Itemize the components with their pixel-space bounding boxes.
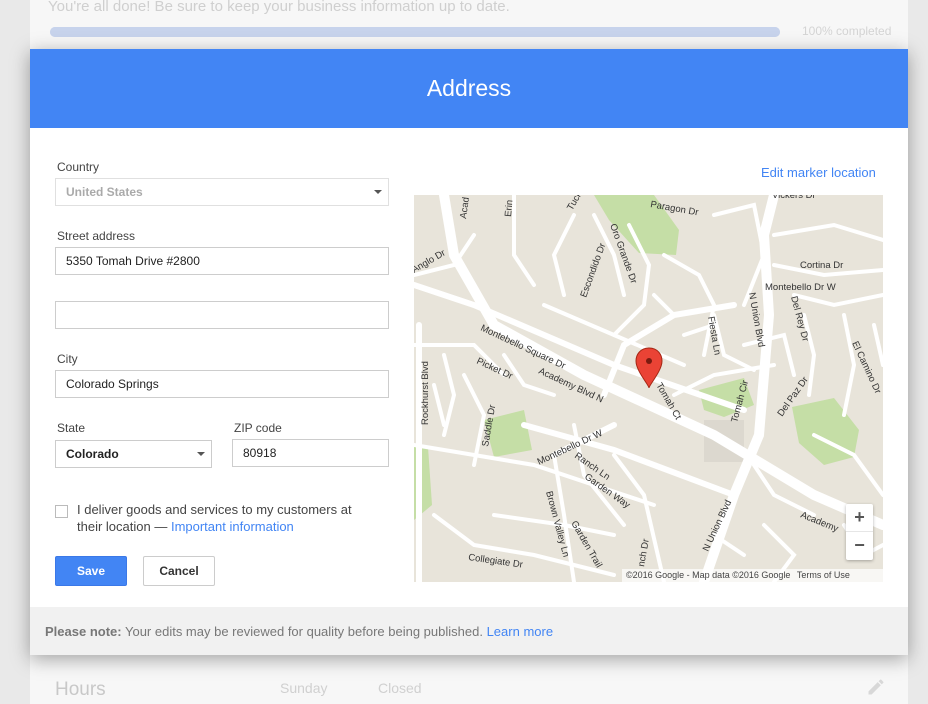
city-input[interactable]: Colorado Springs — [55, 370, 389, 398]
city-label: City — [57, 352, 78, 366]
location-map[interactable]: Montebello Square Dr Academy Blvd N Mont… — [414, 195, 883, 582]
zip-input[interactable]: 80918 — [232, 439, 389, 467]
save-button[interactable]: Save — [55, 556, 127, 586]
country-select[interactable]: United States — [55, 178, 389, 206]
map-label: Montebello Dr W — [765, 282, 836, 293]
hours-value: Closed — [378, 680, 422, 696]
cancel-button[interactable]: Cancel — [143, 556, 215, 586]
map-credit-text: ©2016 Google - Map data ©2016 Google — [626, 570, 791, 580]
note-text: Your edits may be reviewed for quality b… — [124, 624, 483, 639]
progress-fill — [50, 27, 780, 37]
pencil-icon[interactable] — [866, 677, 886, 697]
map-label: Cortina Dr — [800, 260, 843, 271]
edit-marker-location-link[interactable]: Edit marker location — [761, 165, 876, 180]
dialog-title: Address — [30, 49, 908, 128]
street-address-input[interactable]: 5350 Tomah Drive #2800 — [55, 247, 389, 275]
street-address-line2-input[interactable] — [55, 301, 389, 329]
delivery-label: I deliver goods and services to my custo… — [77, 501, 377, 535]
important-information-link[interactable]: Important information — [171, 519, 294, 534]
progress-label: 100% completed — [802, 24, 892, 38]
map-attribution: ©2016 Google - Map data ©2016 Google Ter… — [622, 569, 883, 582]
completion-message: You're all done! Be sure to keep your bu… — [48, 0, 510, 15]
map-label: Erin — [503, 199, 515, 217]
map-terms-link[interactable]: Terms of Use — [797, 570, 850, 580]
state-value: Colorado — [66, 447, 119, 461]
zoom-out-button[interactable]: − — [846, 532, 873, 559]
state-label: State — [57, 421, 86, 435]
hours-title: Hours — [55, 679, 106, 700]
country-label: Country — [57, 160, 100, 174]
map-zoom-control: + − — [846, 504, 873, 560]
chevron-down-icon — [374, 190, 382, 194]
zoom-in-button[interactable]: + — [846, 504, 873, 532]
learn-more-link[interactable]: Learn more — [487, 624, 553, 639]
delivery-checkbox[interactable] — [55, 505, 68, 518]
map-label: Vickers Dr — [772, 195, 816, 201]
chevron-down-icon — [197, 452, 205, 456]
hours-day: Sunday — [280, 680, 328, 696]
zip-label: ZIP code — [234, 421, 282, 435]
map-canvas: Montebello Square Dr Academy Blvd N Mont… — [414, 195, 883, 582]
country-value: United States — [66, 185, 143, 199]
street-label: Street address — [57, 229, 136, 243]
quality-note: Please note: Your edits may be reviewed … — [45, 624, 553, 639]
map-label: Rockhurst Blvd — [420, 361, 431, 425]
state-select[interactable]: Colorado — [55, 440, 212, 468]
note-bold: Please note: — [45, 624, 122, 639]
completion-progress-bar — [50, 27, 780, 37]
